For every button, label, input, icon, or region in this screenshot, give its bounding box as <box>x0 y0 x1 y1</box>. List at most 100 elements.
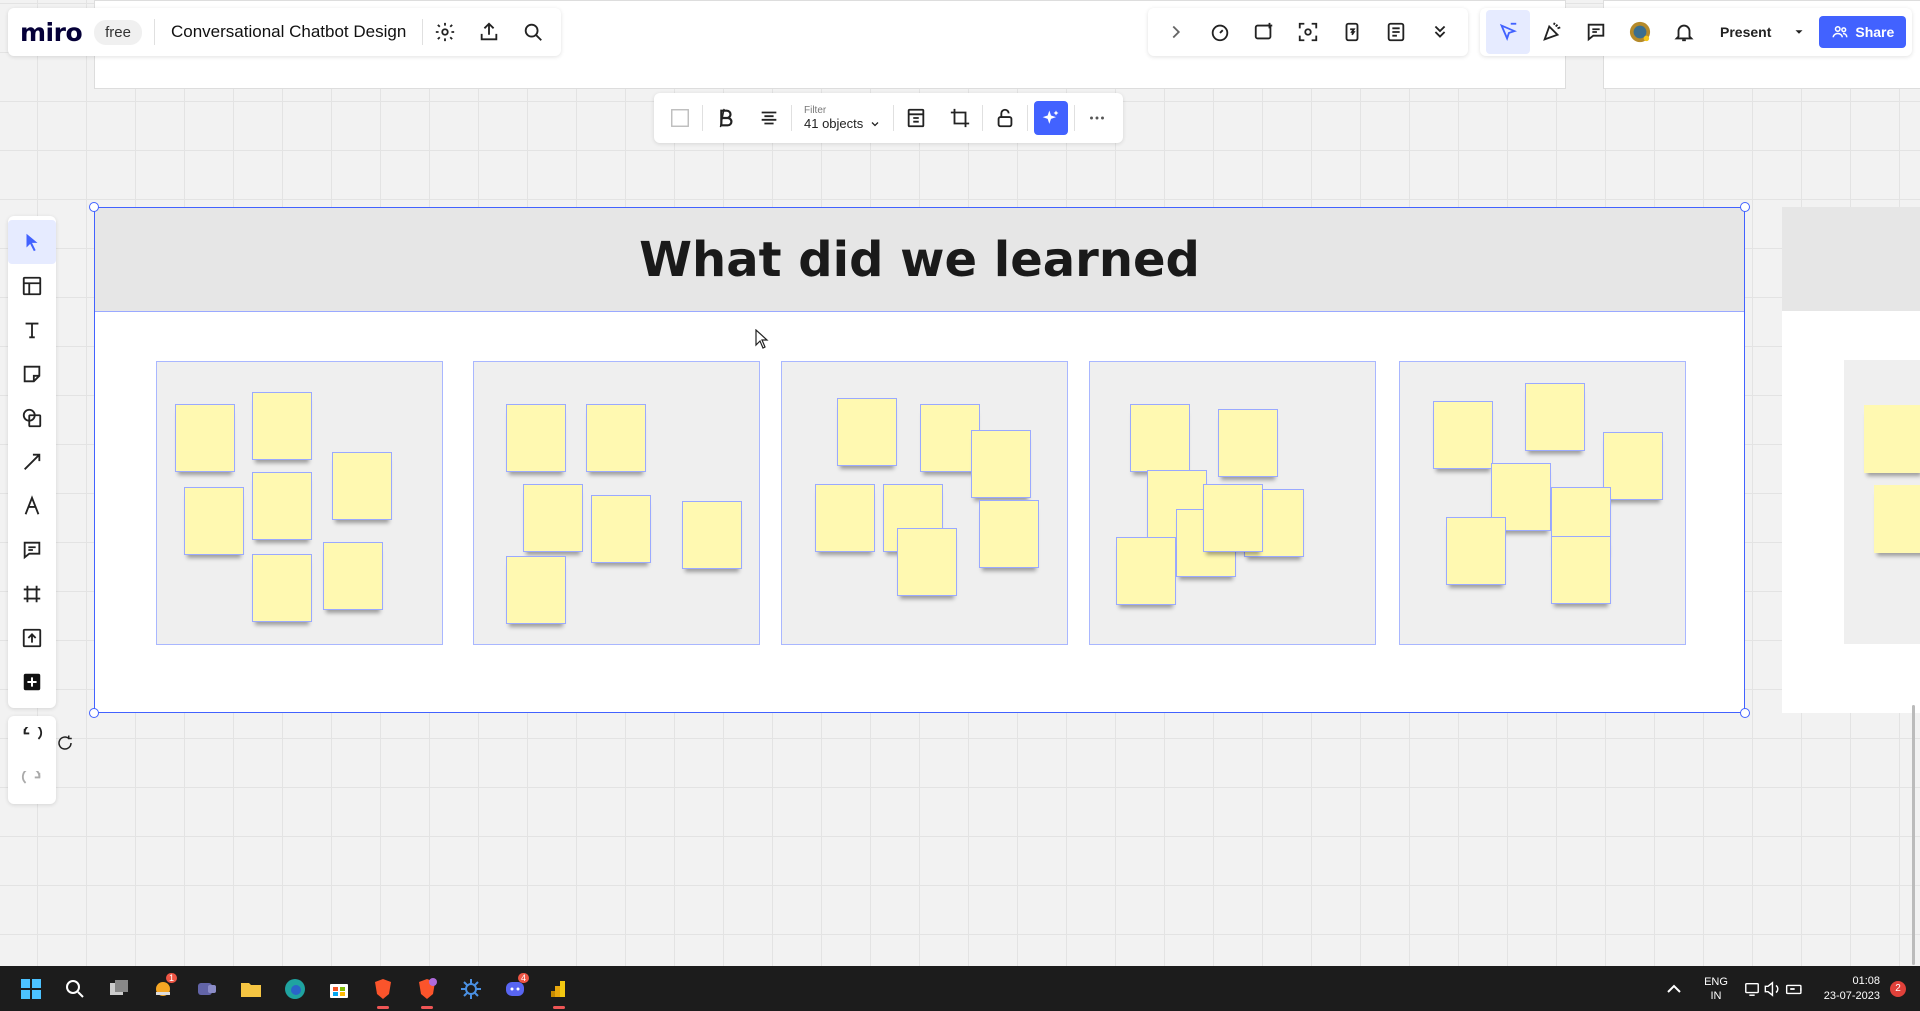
card-add-icon[interactable] <box>1242 10 1286 54</box>
board-title[interactable]: Conversational Chatbot Design <box>155 22 422 42</box>
celebrate-party-icon[interactable] <box>1530 10 1574 54</box>
show-hidden-icons-chevron-icon[interactable] <box>1652 966 1696 1011</box>
reactions-cursor-icon[interactable] <box>1486 10 1530 54</box>
connection-line-icon[interactable] <box>8 440 56 484</box>
sticky-note[interactable] <box>591 495 651 563</box>
sticky-note[interactable] <box>979 500 1039 568</box>
search-icon[interactable] <box>511 10 555 54</box>
weather-widget-icon[interactable]: 1 <box>141 966 185 1011</box>
teams-chat-icon[interactable] <box>185 966 229 1011</box>
add-more-apps-icon[interactable] <box>8 660 56 704</box>
sticky-note[interactable] <box>252 472 312 540</box>
microsoft-store-icon[interactable] <box>317 966 361 1011</box>
frame-offscreen-right[interactable] <box>1782 207 1920 713</box>
task-view-icon[interactable] <box>97 966 141 1011</box>
filter-dropdown[interactable]: Filter 41 objects <box>792 93 893 143</box>
notes-document-icon[interactable] <box>1374 10 1418 54</box>
sticky-note[interactable] <box>1130 404 1190 472</box>
export-upload-icon[interactable] <box>467 10 511 54</box>
text-align-center-icon[interactable] <box>747 96 791 140</box>
undo-icon[interactable] <box>8 716 56 760</box>
sticky-cluster[interactable] <box>1399 361 1686 645</box>
resize-handle[interactable] <box>89 708 99 718</box>
frame-icon[interactable] <box>8 572 56 616</box>
sticky-note[interactable] <box>506 556 566 624</box>
sticky-note[interactable] <box>1116 537 1176 605</box>
sticky-cluster[interactable] <box>1089 361 1376 645</box>
sticky-note[interactable] <box>682 501 742 569</box>
brave-browser-active-icon[interactable] <box>405 966 449 1011</box>
sticky-note[interactable] <box>175 404 235 472</box>
sticky-cluster[interactable] <box>1844 360 1920 644</box>
settings-gear-icon[interactable] <box>423 10 467 54</box>
templates-icon[interactable] <box>8 264 56 308</box>
power-bi-icon[interactable] <box>537 966 581 1011</box>
brave-browser-icon[interactable] <box>361 966 405 1011</box>
timer-icon[interactable] <box>1198 10 1242 54</box>
present-options-chevron-icon[interactable] <box>1785 15 1813 49</box>
chevron-right-icon[interactable] <box>1154 10 1198 54</box>
lock-icon[interactable] <box>983 96 1027 140</box>
sticky-cluster[interactable] <box>781 361 1068 645</box>
pen-icon[interactable] <box>8 484 56 528</box>
sticky-cluster[interactable] <box>473 361 760 645</box>
present-button[interactable]: Present <box>1706 15 1785 49</box>
sticky-note[interactable] <box>1433 401 1493 469</box>
sticky-note[interactable] <box>971 430 1031 498</box>
sticky-note[interactable] <box>1446 517 1506 585</box>
vertical-scrollbar[interactable] <box>1912 705 1915 965</box>
frame-title[interactable]: What did we learned <box>639 232 1200 288</box>
sticky-note[interactable] <box>1525 383 1585 451</box>
language-indicator[interactable]: ENG IN <box>1696 975 1736 1003</box>
sticky-note[interactable] <box>815 484 875 552</box>
system-clock[interactable]: 01:08 23-07-2023 <box>1816 974 1880 1004</box>
edge-browser-icon[interactable] <box>273 966 317 1011</box>
sticky-note[interactable] <box>1203 484 1263 552</box>
sticky-note[interactable] <box>1864 405 1920 473</box>
upload-icon[interactable] <box>8 616 56 660</box>
resize-handle[interactable] <box>1740 708 1750 718</box>
kubernetes-helm-icon[interactable] <box>449 966 493 1011</box>
notifications-bell-icon[interactable] <box>1662 10 1706 54</box>
sticky-note[interactable] <box>1551 536 1611 604</box>
frame-crop-icon[interactable] <box>938 96 982 140</box>
sticky-note[interactable] <box>252 554 312 622</box>
select-cursor-icon[interactable] <box>8 220 56 264</box>
discord-icon[interactable]: 4 <box>493 966 537 1011</box>
system-tray-icons[interactable] <box>1736 966 1816 1011</box>
sticky-note[interactable] <box>323 542 383 610</box>
resize-handle[interactable] <box>1740 202 1750 212</box>
shapes-icon[interactable] <box>8 396 56 440</box>
sticky-cluster[interactable] <box>156 361 443 645</box>
frame-what-did-we-learned[interactable]: What did we learned <box>89 202 1750 718</box>
redo-icon[interactable] <box>8 760 56 804</box>
notification-center-badge[interactable]: 2 <box>1890 980 1906 997</box>
sticky-note[interactable] <box>586 404 646 472</box>
sticky-note[interactable] <box>1603 432 1663 500</box>
bold-icon[interactable] <box>703 96 747 140</box>
plan-badge[interactable]: free <box>94 19 142 45</box>
sticky-note[interactable] <box>252 392 312 460</box>
share-button[interactable]: Share <box>1819 16 1907 48</box>
group-layout-icon[interactable] <box>894 96 938 140</box>
voting-counter-icon[interactable] <box>1330 10 1374 54</box>
text-tool-icon[interactable] <box>8 308 56 352</box>
comments-icon[interactable] <box>1574 10 1618 54</box>
sticky-note[interactable] <box>184 487 244 555</box>
more-chevrons-down-icon[interactable] <box>1418 10 1462 54</box>
sticky-note[interactable] <box>1874 485 1920 553</box>
sticky-note[interactable] <box>1218 409 1278 477</box>
comment-icon[interactable] <box>8 528 56 572</box>
fill-color-swatch[interactable] <box>658 96 702 140</box>
miro-logo[interactable]: miro <box>20 18 83 47</box>
sticky-note[interactable] <box>332 452 392 520</box>
focus-frame-icon[interactable] <box>1286 10 1330 54</box>
sticky-note[interactable] <box>523 484 583 552</box>
more-options-icon[interactable] <box>1075 96 1119 140</box>
sticky-note-icon[interactable] <box>8 352 56 396</box>
sticky-note[interactable] <box>897 528 957 596</box>
ai-assist-sparkle-icon[interactable] <box>1034 101 1069 135</box>
user-avatar[interactable] <box>1618 10 1662 54</box>
resize-handle[interactable] <box>89 202 99 212</box>
sticky-note[interactable] <box>506 404 566 472</box>
